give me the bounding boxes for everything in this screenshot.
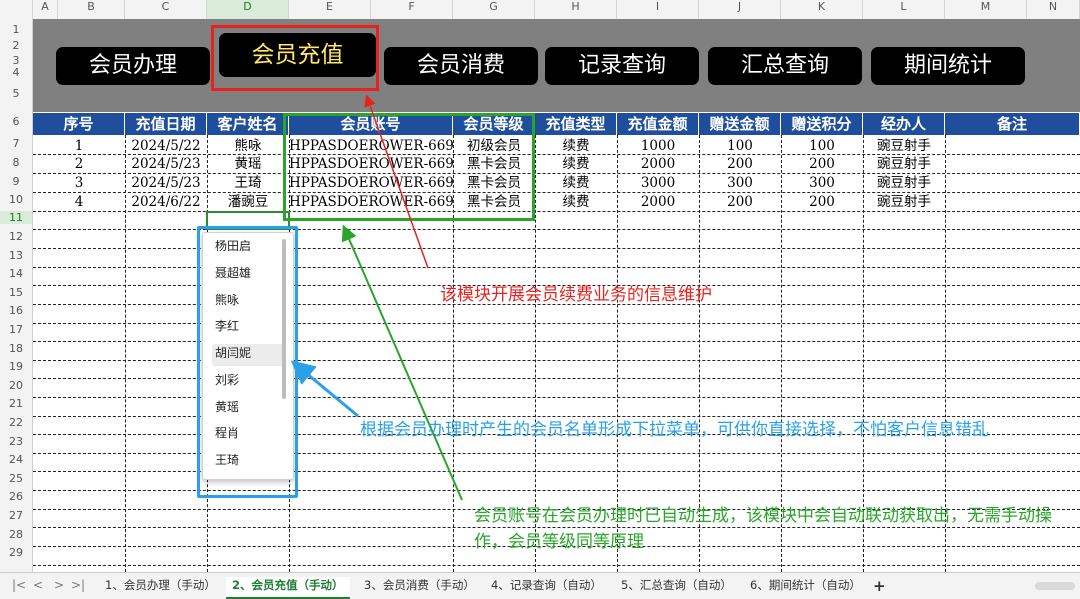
prev-sheet-icon[interactable]: <	[33, 578, 43, 592]
add-sheet-button[interactable]: +	[873, 577, 886, 597]
next-sheet-icon[interactable]: >	[54, 578, 64, 592]
first-sheet-icon[interactable]: |<	[12, 578, 26, 592]
sheet-tab-record-query[interactable]: 4、记录查询（自动）	[491, 577, 602, 597]
sheet-tab-summary-query[interactable]: 5、汇总查询（自动）	[621, 577, 732, 597]
green-annotation: 会员账号在会员办理时已自动生成，该模块中会自动联动获取出，无需手动操作，会员等级…	[474, 506, 1052, 552]
sheet-tab-bar: |< < > >| 1、会员办理（手动） 2、会员充值（手动） 3、会员消费（手…	[0, 572, 1080, 599]
blue-arrow	[290, 360, 359, 418]
horizontal-scrollbar[interactable]	[1035, 582, 1075, 590]
sheet-tab-recharge[interactable]: 2、会员充值（手动）	[226, 577, 350, 599]
red-annotation: 该模块开展会员续费业务的信息维护	[440, 285, 712, 305]
last-sheet-icon[interactable]: >|	[71, 578, 85, 592]
sheet-tab-membership[interactable]: 1、会员办理（手动）	[105, 577, 216, 597]
green-arrow	[341, 224, 463, 501]
sheet-tab-consume[interactable]: 3、会员消费（手动）	[364, 577, 475, 597]
sheet-tab-period-stats[interactable]: 6、期间统计（自动）	[750, 577, 861, 597]
blue-annotation: 根据会员办理时产生的会员名单形成下拉菜单，可供你直接选择，不怕客户信息错乱	[360, 420, 989, 440]
red-arrow	[364, 94, 429, 269]
